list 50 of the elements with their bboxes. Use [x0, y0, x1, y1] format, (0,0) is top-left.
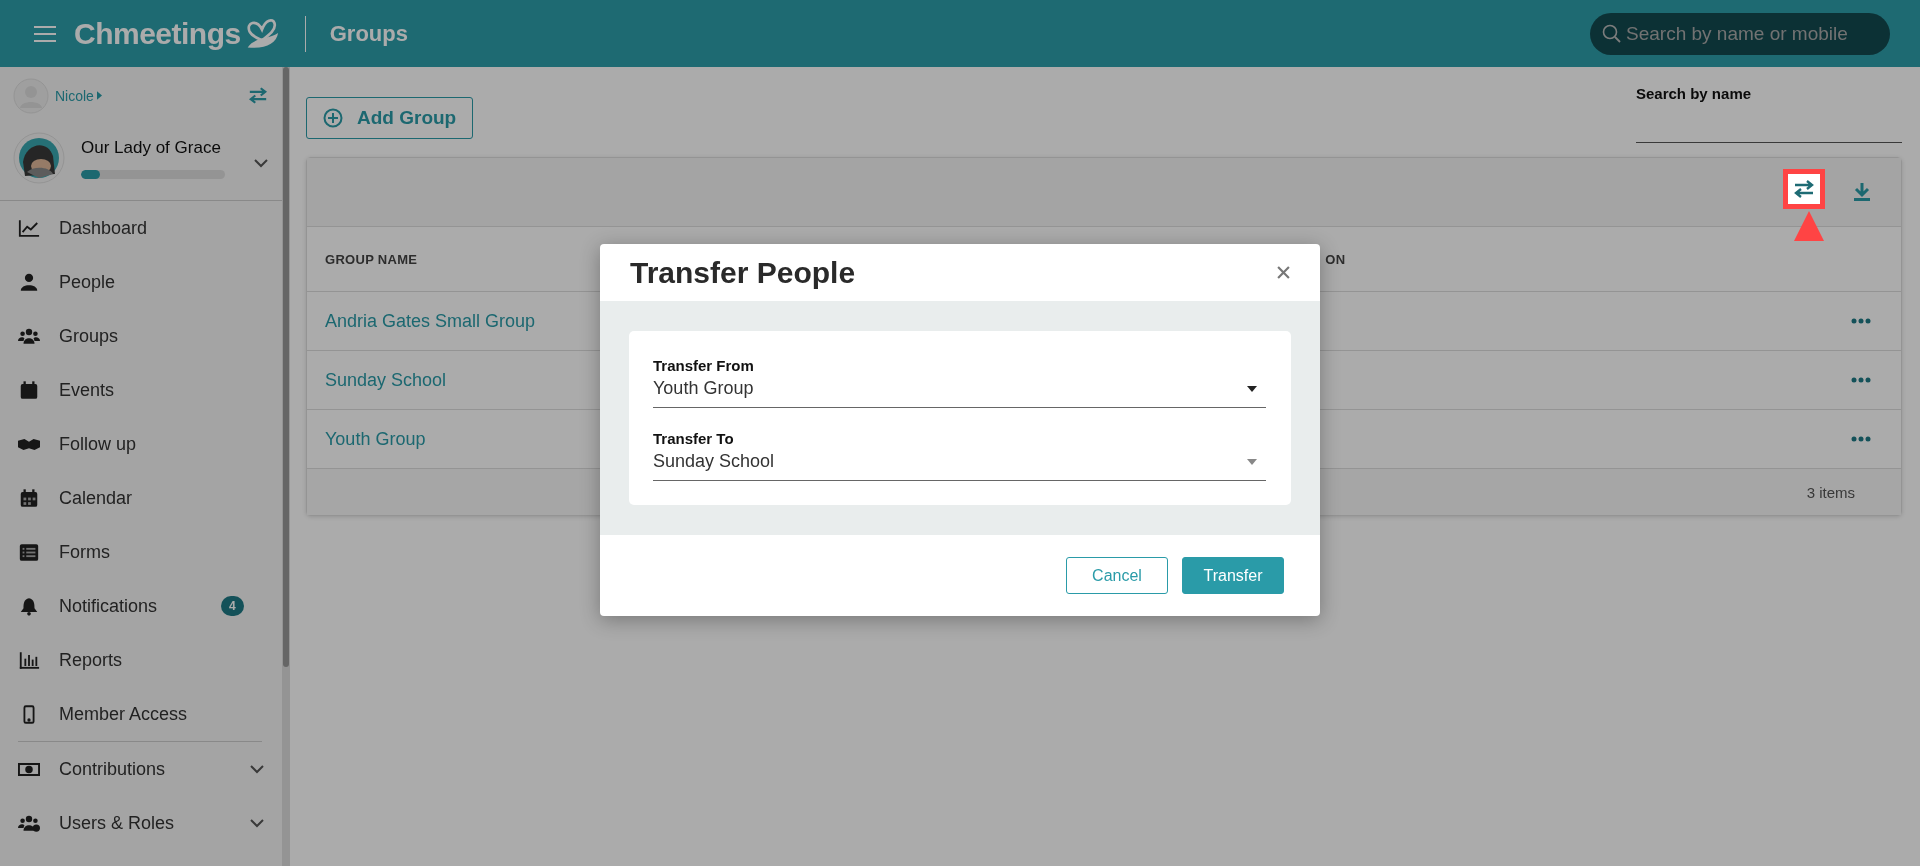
- close-icon[interactable]: [1277, 266, 1290, 279]
- person-icon: [18, 272, 40, 292]
- bar-chart-icon: [18, 650, 40, 670]
- more-icon[interactable]: [1851, 377, 1871, 383]
- chart-icon: [18, 218, 40, 238]
- page-title: Groups: [329, 20, 408, 47]
- cancel-button[interactable]: Cancel: [1066, 557, 1168, 594]
- field-label: Transfer From: [653, 357, 755, 374]
- nav-item[interactable]: Events: [0, 363, 282, 417]
- chevron-icon: [250, 764, 264, 774]
- chevron-icon: [250, 818, 264, 828]
- search-field[interactable]: Search by name or mobile: [1590, 12, 1890, 55]
- menu-icon[interactable]: [34, 24, 56, 43]
- item-count: 3 items: [1806, 483, 1855, 501]
- more-icon[interactable]: [1851, 436, 1871, 442]
- calendar-icon: [18, 488, 40, 508]
- caret-icon: [96, 91, 102, 100]
- more-icon[interactable]: [1851, 318, 1871, 324]
- transfer-button[interactable]: Transfer: [1182, 557, 1284, 594]
- search-icon: [1602, 23, 1622, 44]
- dropdown[interactable]: Youth Group: [653, 378, 1266, 408]
- dialog-title: Transfer People: [630, 255, 856, 290]
- nav-item[interactable]: People: [0, 255, 282, 309]
- nav-item[interactable]: Follow up: [0, 417, 282, 471]
- field-label: Search by name: [1636, 85, 1753, 102]
- nav-item[interactable]: Calendar: [0, 471, 282, 525]
- swap-icon[interactable]: [248, 87, 268, 104]
- swap-icon[interactable]: [1793, 180, 1815, 198]
- nav-item[interactable]: Member Access: [0, 687, 282, 741]
- organization-name[interactable]: Our Lady of Grace: [81, 137, 225, 158]
- nav-item[interactable]: Forms: [0, 525, 282, 579]
- bell-icon: [18, 596, 40, 616]
- nav-item[interactable]: Users & Roles: [0, 796, 282, 850]
- nav-item[interactable]: Contributions: [0, 742, 282, 796]
- field-label: Transfer To: [653, 430, 735, 447]
- pointer-arrow: [1794, 211, 1824, 241]
- count-badge: 4: [221, 596, 244, 616]
- column-header: GROUP NAME: [325, 251, 418, 267]
- calendar-icon: [18, 380, 40, 400]
- people-icon: [18, 326, 40, 346]
- download-icon[interactable]: [1853, 182, 1871, 202]
- people-gear-icon: [18, 813, 40, 833]
- nav-item[interactable]: Notifications 4: [0, 579, 282, 633]
- chevron-icon[interactable]: [254, 158, 268, 168]
- list-icon: [18, 542, 40, 562]
- nav-item[interactable]: Reports: [0, 633, 282, 687]
- nav-item[interactable]: Groups: [0, 309, 282, 363]
- plus-circle-icon: [323, 108, 343, 128]
- nav-item[interactable]: Dashboard: [0, 201, 282, 255]
- column-header: ON: [1325, 251, 1346, 267]
